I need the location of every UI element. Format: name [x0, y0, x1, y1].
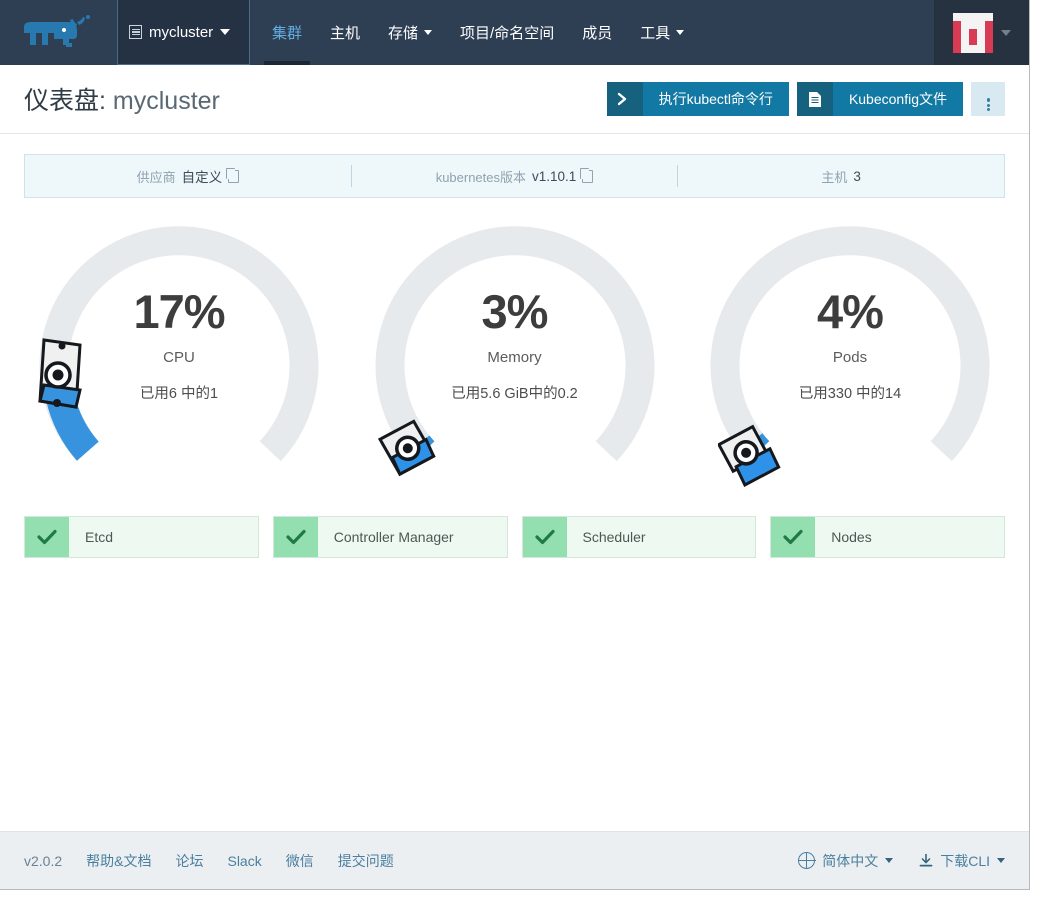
launch-kubectl-button[interactable]: 执行kubectl命令行 — [606, 82, 789, 116]
status-card-scheduler[interactable]: Scheduler — [521, 516, 757, 558]
gauge-pods: 4% Pods 已用330 中的14 — [695, 220, 1005, 488]
page-title-separator: : — [99, 87, 106, 115]
gauge-memory-text: 3% Memory 已用5.6 GiB中的0.2 — [451, 288, 578, 403]
info-provider: 供应商 自定义 — [25, 166, 351, 186]
nav-item-projects-namespaces[interactable]: 项目/命名空间 — [446, 0, 568, 65]
gauge-cpu-sub: 已用6 中的1 — [139, 385, 219, 402]
kubeconfig-file-button[interactable]: Kubeconfig文件 — [796, 82, 963, 116]
nav-item-label: 成员 — [582, 25, 613, 42]
page-title: 仪表盘: mycluster — [24, 81, 220, 117]
footer-link-wechat[interactable]: 微信 — [286, 851, 314, 871]
chevron-down-icon — [997, 858, 1005, 863]
nav-item-tools[interactable]: 工具 — [626, 0, 698, 65]
page-actions: 执行kubectl命令行 Kubeconfig文件 — [606, 82, 1005, 116]
copy-icon[interactable] — [225, 168, 240, 183]
download-cli-selector[interactable]: 下载CLI — [919, 851, 1005, 871]
status-card-label: Nodes — [831, 529, 872, 545]
rancher-app-window: mycluster 集群 主机 存储 项目/命名空间 成员 工具 仪表盘: my… — [0, 0, 1030, 890]
cluster-picker[interactable]: mycluster — [117, 0, 250, 65]
kebab-icon — [986, 97, 990, 111]
nav-item-hosts[interactable]: 主机 — [316, 0, 374, 65]
language-selector-label: 简体中文 — [822, 852, 879, 869]
page-header: 仪表盘: mycluster 执行kubectl命令行 Kubeconfig文件 — [0, 65, 1029, 134]
page-title-prefix: 仪表盘 — [24, 87, 100, 115]
gauge-memory-label: Memory — [487, 348, 542, 366]
top-header: mycluster 集群 主机 存储 项目/命名空间 成员 工具 — [0, 0, 1029, 65]
avatar — [952, 12, 993, 53]
gauge-cpu-percent: 17% — [133, 284, 225, 338]
status-card-etcd[interactable]: Etcd — [24, 516, 259, 558]
nav-item-clusters[interactable]: 集群 — [258, 0, 316, 65]
copy-icon[interactable] — [579, 168, 594, 183]
cluster-picker-label: mycluster — [149, 23, 214, 41]
gauge-pods-percent: 4% — [817, 284, 884, 338]
file-document-icon — [796, 82, 833, 116]
status-card-label: Scheduler — [582, 529, 646, 545]
info-hosts-key: 主机 — [821, 169, 848, 185]
footer: v2.0.2 帮助&文档 论坛 Slack 微信 提交问题 简体中文 下载CLI — [0, 831, 1029, 889]
status-card-label: Etcd — [85, 529, 114, 545]
language-selector[interactable]: 简体中文 — [797, 851, 894, 871]
footer-link-slack[interactable]: Slack — [227, 853, 261, 869]
globe-icon — [797, 851, 816, 870]
cluster-info-wrap: 供应商 自定义 kubernetes版本 v1.10.1 主机 3 — [0, 134, 1029, 198]
main-nav: 集群 主机 存储 项目/命名空间 成员 工具 — [250, 0, 934, 65]
chevron-down-icon — [885, 858, 894, 863]
gauge-memory-sub: 已用5.6 GiB中的0.2 — [451, 385, 578, 402]
chevron-down-icon — [1000, 29, 1011, 36]
launch-kubectl-label: 执行kubectl命令行 — [642, 82, 789, 116]
nav-item-label: 集群 — [272, 25, 303, 42]
info-kubernetes-version-value: v1.10.1 — [532, 168, 577, 184]
check-icon — [25, 517, 69, 557]
gauge-cpu-text: 17% CPU 已用6 中的1 — [133, 284, 225, 403]
status-card-controller-manager[interactable]: Controller Manager — [272, 516, 508, 558]
gauge-pods-label: Pods — [832, 348, 868, 366]
more-actions-button[interactable] — [971, 82, 1005, 116]
gauge-memory-percent: 3% — [481, 284, 549, 338]
nav-item-label: 工具 — [640, 25, 671, 42]
gauge-cpu: 17% CPU 已用6 中的1 — [24, 220, 334, 488]
download-icon — [919, 854, 933, 867]
gauge-memory: 3% Memory 已用5.6 GiB中的0.2 — [360, 220, 670, 488]
footer-version: v2.0.2 — [24, 852, 63, 869]
info-provider-key: 供应商 — [136, 169, 176, 185]
status-card-nodes[interactable]: Nodes — [770, 516, 1005, 558]
gauge-cpu-label: CPU — [163, 348, 195, 366]
component-status-row: Etcd Controller Manager Scheduler Nodes — [0, 488, 1029, 558]
nav-item-members[interactable]: 成员 — [568, 0, 626, 65]
nav-item-label: 项目/命名空间 — [460, 25, 555, 42]
resource-gauges: 17% CPU 已用6 中的1 3% Memory 已用5.6 GiB中的0.2… — [0, 198, 1029, 488]
footer-link-forum[interactable]: 论坛 — [175, 851, 203, 871]
info-hosts: 主机 3 — [678, 167, 1004, 186]
info-kubernetes-version: kubernetes版本 v1.10.1 — [352, 167, 678, 186]
footer-link-file-issue[interactable]: 提交问题 — [338, 851, 394, 871]
page-title-cluster-name: mycluster — [112, 87, 220, 115]
user-menu[interactable] — [934, 0, 1029, 65]
info-kubernetes-version-key: kubernetes版本 — [435, 169, 527, 185]
rancher-logo[interactable] — [0, 0, 117, 65]
download-cli-label: 下载CLI — [940, 852, 990, 869]
cluster-grid-icon — [129, 25, 142, 39]
nav-item-label: 存储 — [388, 25, 419, 42]
chevron-down-icon — [220, 29, 231, 35]
gauge-pods-sub: 已用330 中的14 — [798, 385, 902, 402]
nav-item-label: 主机 — [330, 25, 361, 42]
footer-link-docs[interactable]: 帮助&文档 — [86, 851, 151, 871]
check-icon — [771, 517, 816, 557]
nav-item-storage[interactable]: 存储 — [374, 0, 446, 65]
rancher-cow-logo-icon — [23, 14, 90, 47]
gauge-pods-text: 4% Pods 已用330 中的14 — [799, 288, 901, 403]
status-card-label: Controller Manager — [333, 529, 454, 545]
cluster-info-bar: 供应商 自定义 kubernetes版本 v1.10.1 主机 3 — [24, 154, 1005, 198]
check-icon — [522, 517, 567, 557]
footer-right: 简体中文 下载CLI — [797, 851, 1005, 871]
kubeconfig-file-label: Kubeconfig文件 — [832, 82, 963, 116]
terminal-prompt-icon — [606, 82, 643, 116]
info-hosts-value: 3 — [853, 168, 861, 184]
check-icon — [273, 517, 318, 557]
chevron-down-icon — [676, 30, 685, 35]
info-provider-value: 自定义 — [181, 170, 223, 185]
chevron-down-icon — [424, 30, 433, 35]
